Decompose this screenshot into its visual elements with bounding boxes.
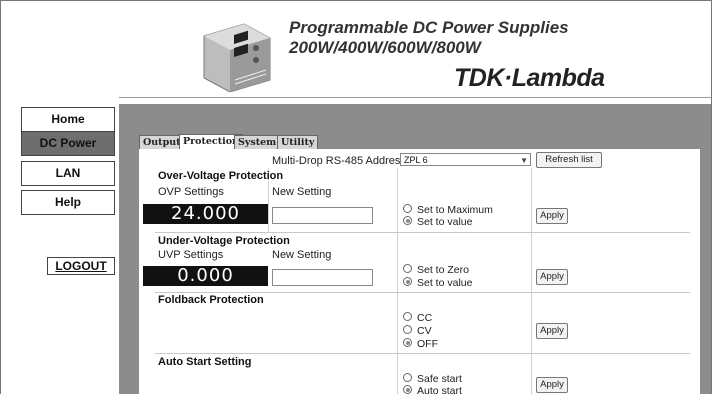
ovp-option-label: Set to Maximum [417, 204, 493, 216]
brand-logo: TDK·Lambda [454, 64, 605, 92]
autostart-radio-auto-start[interactable]: Auto start [403, 385, 462, 397]
radio-icon [403, 312, 412, 321]
foldback-option-label: CC [417, 312, 433, 324]
logout-button[interactable]: LOGOUT [47, 257, 115, 275]
section-divider [155, 232, 690, 233]
uvp-new-setting-label: New Setting [272, 249, 332, 261]
foldback-option-label: CV [417, 325, 432, 337]
uvp-radio-set-to-zero[interactable]: Set to Zero [403, 264, 469, 276]
refresh-list-button[interactable]: Refresh list [536, 152, 602, 168]
power-supply-device-icon [203, 23, 271, 92]
autostart-apply-button[interactable]: Apply [536, 377, 568, 393]
foldback-section-title: Foldback Protection [158, 294, 264, 306]
radio-selected-icon [403, 277, 412, 286]
radio-selected-icon [403, 385, 412, 394]
radio-selected-icon [403, 216, 412, 225]
radio-icon [403, 373, 412, 382]
header-divider [119, 97, 711, 98]
ovp-new-setting-label: New Setting [272, 186, 332, 198]
foldback-radio-cv[interactable]: CV [403, 325, 432, 337]
autostart-option-label: Safe start [417, 373, 462, 385]
header-title-line2: 200W/400W/600W/800W [289, 38, 481, 57]
uvp-section-title: Under-Voltage Protection [158, 235, 290, 247]
header-title: Programmable DC Power Supplies 200W/400W… [289, 18, 569, 58]
chevron-down-icon: ▼ [520, 156, 528, 165]
ovp-radio-set-to-value[interactable]: Set to value [403, 216, 472, 228]
multidrop-label: Multi-Drop RS-485 Address [272, 155, 406, 167]
tab-system[interactable]: System [234, 135, 281, 149]
sidebar-item-lan[interactable]: LAN [21, 161, 115, 186]
foldback-radio-off[interactable]: OFF [403, 338, 438, 350]
uvp-option-label: Set to Zero [417, 264, 469, 276]
radio-icon [403, 325, 412, 334]
ovp-new-value-input[interactable] [272, 207, 373, 224]
ovp-settings-label: OVP Settings [158, 186, 224, 198]
autostart-section-title: Auto Start Setting [158, 356, 252, 368]
window-border-left [0, 0, 1, 394]
uvp-new-value-input[interactable] [272, 269, 373, 286]
sidebar-item-home[interactable]: Home [21, 107, 115, 132]
radio-selected-icon [403, 338, 412, 347]
header-title-line1: Programmable DC Power Supplies [289, 18, 569, 37]
autostart-option-label: Auto start [417, 385, 462, 397]
multidrop-address-select[interactable]: ZPL 6 ▼ [400, 153, 531, 166]
ovp-radio-set-to-maximum[interactable]: Set to Maximum [403, 204, 493, 216]
tab-utility[interactable]: Utility [277, 135, 319, 149]
autostart-radio-safe-start[interactable]: Safe start [403, 373, 462, 385]
uvp-radio-set-to-value[interactable]: Set to value [403, 277, 472, 289]
foldback-apply-button[interactable]: Apply [536, 323, 568, 339]
foldback-option-label: OFF [417, 338, 438, 350]
sidebar-item-help[interactable]: Help [21, 190, 115, 215]
ovp-apply-button[interactable]: Apply [536, 208, 568, 224]
ovp-section-title: Over-Voltage Protection [158, 170, 284, 182]
uvp-option-label: Set to value [417, 277, 473, 289]
column-divider [397, 168, 398, 394]
window-border-top [0, 0, 712, 1]
tab-output[interactable]: Output [139, 135, 185, 149]
column-divider [531, 168, 532, 394]
radio-icon [403, 204, 412, 213]
uvp-current-value: 0.000 [143, 266, 268, 286]
section-divider [155, 292, 690, 293]
foldback-radio-cc[interactable]: CC [403, 312, 432, 324]
ovp-option-label: Set to value [417, 216, 473, 228]
uvp-settings-label: UVP Settings [158, 249, 224, 261]
multidrop-selected-value: ZPL 6 [404, 155, 428, 165]
sidebar-item-dc-power[interactable]: DC Power [21, 131, 115, 156]
ovp-current-value: 24.000 [143, 204, 268, 224]
radio-icon [403, 264, 412, 273]
uvp-apply-button[interactable]: Apply [536, 269, 568, 285]
section-divider [155, 353, 690, 354]
